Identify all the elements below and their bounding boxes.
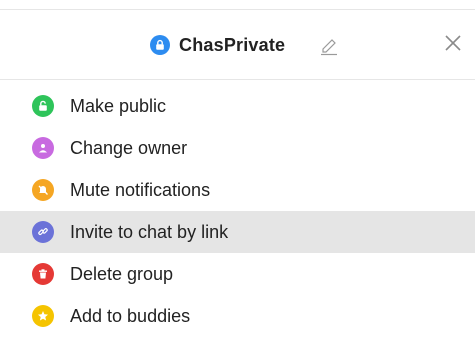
mute-icon — [32, 179, 54, 201]
close-icon — [443, 33, 463, 58]
menu-item-label: Add to buddies — [70, 305, 191, 326]
menu-item-label: Mute notifications — [70, 179, 211, 200]
title-group: ChasPrivate — [150, 34, 285, 56]
star-icon — [32, 305, 54, 327]
menu-item-label: Delete group — [70, 263, 174, 284]
header: ChasPrivate — [0, 10, 475, 80]
menu-item-make-public[interactable]: Make public — [0, 85, 475, 127]
top-divider — [0, 0, 475, 10]
menu-item-delete-group[interactable]: Delete group — [0, 253, 475, 295]
menu-item-mute-notifications[interactable]: Mute notifications — [0, 169, 475, 211]
menu-item-label: Make public — [70, 95, 167, 116]
user-change-icon — [32, 137, 54, 159]
close-button[interactable] — [440, 32, 466, 58]
menu-item-label: Change owner — [70, 137, 188, 158]
unlock-icon — [32, 95, 54, 117]
edit-title-button[interactable] — [316, 34, 342, 60]
trash-icon — [32, 263, 54, 285]
link-icon — [32, 221, 54, 243]
lock-icon — [150, 35, 170, 55]
menu-item-add-to-buddies[interactable]: Add to buddies — [0, 295, 475, 337]
pencil-icon — [318, 34, 340, 61]
chat-title: ChasPrivate — [179, 34, 286, 55]
menu-item-invite-link[interactable]: Invite to chat by link — [0, 211, 475, 253]
menu-item-change-owner[interactable]: Change owner — [0, 127, 475, 169]
menu-item-label: Invite to chat by link — [70, 221, 229, 242]
options-menu: Make public Change owner Mute notificati… — [0, 85, 475, 337]
